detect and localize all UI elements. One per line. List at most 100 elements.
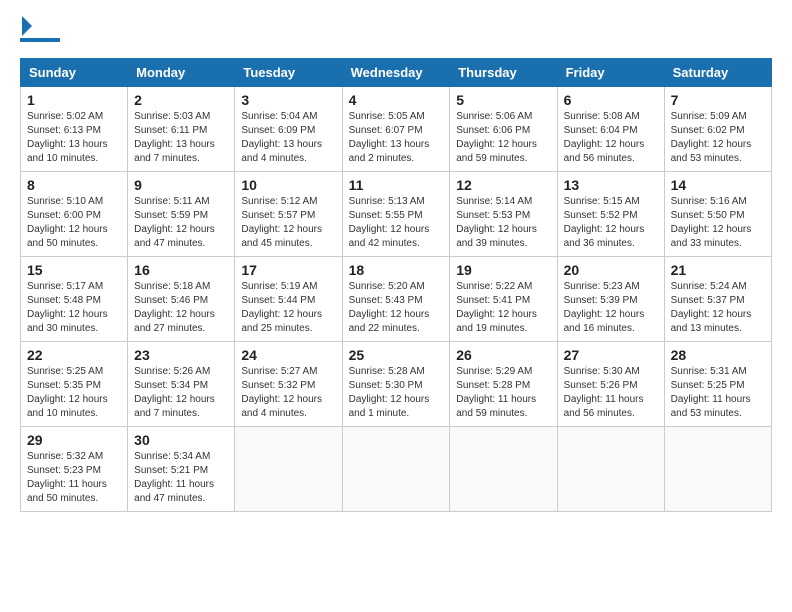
calendar-week-2: 8 Sunrise: 5:10 AMSunset: 6:00 PMDaylight… <box>21 172 772 257</box>
day-info: Sunrise: 5:20 AMSunset: 5:43 PMDaylight:… <box>349 280 444 336</box>
day-info: Sunrise: 5:15 AMSunset: 5:52 PMDaylight:… <box>564 195 658 251</box>
calendar-cell: 26 Sunrise: 5:29 AMSunset: 5:28 PMDayligh… <box>450 342 557 427</box>
day-info: Sunrise: 5:23 AMSunset: 5:39 PMDaylight:… <box>564 280 658 336</box>
calendar-cell: 28 Sunrise: 5:31 AMSunset: 5:25 PMDayligh… <box>664 342 771 427</box>
day-number: 25 <box>349 347 444 363</box>
calendar-cell: 15 Sunrise: 5:17 AMSunset: 5:48 PMDayligh… <box>21 257 128 342</box>
logo-underline <box>20 38 60 42</box>
day-info: Sunrise: 5:29 AMSunset: 5:28 PMDaylight:… <box>456 365 550 421</box>
calendar-cell: 24 Sunrise: 5:27 AMSunset: 5:32 PMDayligh… <box>235 342 342 427</box>
calendar-cell: 25 Sunrise: 5:28 AMSunset: 5:30 PMDayligh… <box>342 342 450 427</box>
day-number: 21 <box>671 262 765 278</box>
calendar-cell: 4 Sunrise: 5:05 AMSunset: 6:07 PMDaylight… <box>342 87 450 172</box>
logo <box>20 20 60 42</box>
day-number: 27 <box>564 347 658 363</box>
calendar-cell: 1 Sunrise: 5:02 AMSunset: 6:13 PMDaylight… <box>21 87 128 172</box>
day-info: Sunrise: 5:09 AMSunset: 6:02 PMDaylight:… <box>671 110 765 166</box>
day-number: 26 <box>456 347 550 363</box>
day-number: 19 <box>456 262 550 278</box>
day-number: 12 <box>456 177 550 193</box>
day-number: 9 <box>134 177 228 193</box>
column-header-thursday: Thursday <box>450 59 557 87</box>
column-header-saturday: Saturday <box>664 59 771 87</box>
day-info: Sunrise: 5:08 AMSunset: 6:04 PMDaylight:… <box>564 110 658 166</box>
day-info: Sunrise: 5:28 AMSunset: 5:30 PMDaylight:… <box>349 365 444 421</box>
calendar-cell: 19 Sunrise: 5:22 AMSunset: 5:41 PMDayligh… <box>450 257 557 342</box>
day-info: Sunrise: 5:34 AMSunset: 5:21 PMDaylight:… <box>134 450 228 506</box>
calendar-cell: 17 Sunrise: 5:19 AMSunset: 5:44 PMDayligh… <box>235 257 342 342</box>
calendar-cell: 9 Sunrise: 5:11 AMSunset: 5:59 PMDaylight… <box>128 172 235 257</box>
day-number: 7 <box>671 92 765 108</box>
day-info: Sunrise: 5:14 AMSunset: 5:53 PMDaylight:… <box>456 195 550 251</box>
calendar-cell: 2 Sunrise: 5:03 AMSunset: 6:11 PMDaylight… <box>128 87 235 172</box>
column-header-wednesday: Wednesday <box>342 59 450 87</box>
day-number: 23 <box>134 347 228 363</box>
column-header-tuesday: Tuesday <box>235 59 342 87</box>
day-number: 5 <box>456 92 550 108</box>
calendar-cell: 7 Sunrise: 5:09 AMSunset: 6:02 PMDaylight… <box>664 87 771 172</box>
day-number: 3 <box>241 92 335 108</box>
day-number: 15 <box>27 262 121 278</box>
calendar-cell: 22Sunrise: 5:25 AMSunset: 5:35 PMDayligh… <box>21 342 128 427</box>
calendar-cell: 14Sunrise: 5:16 AMSunset: 5:50 PMDayligh… <box>664 172 771 257</box>
calendar-cell: 11 Sunrise: 5:13 AMSunset: 5:55 PMDayligh… <box>342 172 450 257</box>
day-info: Sunrise: 5:19 AMSunset: 5:44 PMDaylight:… <box>241 280 335 336</box>
day-info: Sunrise: 5:12 AMSunset: 5:57 PMDaylight:… <box>241 195 335 251</box>
calendar-cell: 27 Sunrise: 5:30 AMSunset: 5:26 PMDayligh… <box>557 342 664 427</box>
day-info: Sunrise: 5:17 AMSunset: 5:48 PMDaylight:… <box>27 280 121 336</box>
calendar-cell: 8 Sunrise: 5:10 AMSunset: 6:00 PMDaylight… <box>21 172 128 257</box>
calendar-cell: 12 Sunrise: 5:14 AMSunset: 5:53 PMDayligh… <box>450 172 557 257</box>
day-number: 17 <box>241 262 335 278</box>
day-info: Sunrise: 5:02 AMSunset: 6:13 PMDaylight:… <box>27 110 121 166</box>
day-number: 18 <box>349 262 444 278</box>
calendar-cell <box>450 427 557 512</box>
day-info: Sunrise: 5:30 AMSunset: 5:26 PMDaylight:… <box>564 365 658 421</box>
day-info: Sunrise: 5:27 AMSunset: 5:32 PMDaylight:… <box>241 365 335 421</box>
day-number: 29 <box>27 432 121 448</box>
calendar-cell: 20Sunrise: 5:23 AMSunset: 5:39 PMDayligh… <box>557 257 664 342</box>
calendar-cell: 23Sunrise: 5:26 AMSunset: 5:34 PMDayligh… <box>128 342 235 427</box>
calendar-cell: 21 Sunrise: 5:24 AMSunset: 5:37 PMDayligh… <box>664 257 771 342</box>
day-info: Sunrise: 5:05 AMSunset: 6:07 PMDaylight:… <box>349 110 444 166</box>
day-number: 8 <box>27 177 121 193</box>
day-number: 28 <box>671 347 765 363</box>
day-info: Sunrise: 5:31 AMSunset: 5:25 PMDaylight:… <box>671 365 765 421</box>
day-info: Sunrise: 5:16 AMSunset: 5:50 PMDaylight:… <box>671 195 765 251</box>
calendar-cell: 6 Sunrise: 5:08 AMSunset: 6:04 PMDaylight… <box>557 87 664 172</box>
day-info: Sunrise: 5:22 AMSunset: 5:41 PMDaylight:… <box>456 280 550 336</box>
calendar-week-5: 29 Sunrise: 5:32 AMSunset: 5:23 PMDayligh… <box>21 427 772 512</box>
calendar-table: SundayMondayTuesdayWednesdayThursdayFrid… <box>20 58 772 512</box>
day-info: Sunrise: 5:13 AMSunset: 5:55 PMDaylight:… <box>349 195 444 251</box>
day-number: 13 <box>564 177 658 193</box>
day-info: Sunrise: 5:32 AMSunset: 5:23 PMDaylight:… <box>27 450 121 506</box>
day-info: Sunrise: 5:03 AMSunset: 6:11 PMDaylight:… <box>134 110 228 166</box>
column-header-friday: Friday <box>557 59 664 87</box>
calendar-cell <box>235 427 342 512</box>
day-info: Sunrise: 5:24 AMSunset: 5:37 PMDaylight:… <box>671 280 765 336</box>
day-number: 6 <box>564 92 658 108</box>
column-header-monday: Monday <box>128 59 235 87</box>
day-info: Sunrise: 5:11 AMSunset: 5:59 PMDaylight:… <box>134 195 228 251</box>
calendar-week-3: 15 Sunrise: 5:17 AMSunset: 5:48 PMDayligh… <box>21 257 772 342</box>
calendar-cell: 3Sunrise: 5:04 AMSunset: 6:09 PMDaylight… <box>235 87 342 172</box>
day-info: Sunrise: 5:06 AMSunset: 6:06 PMDaylight:… <box>456 110 550 166</box>
day-number: 2 <box>134 92 228 108</box>
day-number: 11 <box>349 177 444 193</box>
calendar-cell: 5 Sunrise: 5:06 AMSunset: 6:06 PMDaylight… <box>450 87 557 172</box>
day-number: 16 <box>134 262 228 278</box>
calendar-cell <box>557 427 664 512</box>
day-info: Sunrise: 5:10 AMSunset: 6:00 PMDaylight:… <box>27 195 121 251</box>
calendar-cell: 16 Sunrise: 5:18 AMSunset: 5:46 PMDayligh… <box>128 257 235 342</box>
day-number: 10 <box>241 177 335 193</box>
day-number: 1 <box>27 92 121 108</box>
calendar-cell: 29 Sunrise: 5:32 AMSunset: 5:23 PMDayligh… <box>21 427 128 512</box>
day-number: 4 <box>349 92 444 108</box>
calendar-cell: 10 Sunrise: 5:12 AMSunset: 5:57 PMDayligh… <box>235 172 342 257</box>
calendar-cell: 13 Sunrise: 5:15 AMSunset: 5:52 PMDayligh… <box>557 172 664 257</box>
calendar-cell: 30 Sunrise: 5:34 AMSunset: 5:21 PMDayligh… <box>128 427 235 512</box>
day-number: 30 <box>134 432 228 448</box>
calendar-cell <box>664 427 771 512</box>
day-number: 24 <box>241 347 335 363</box>
calendar-header-row: SundayMondayTuesdayWednesdayThursdayFrid… <box>21 59 772 87</box>
day-info: Sunrise: 5:18 AMSunset: 5:46 PMDaylight:… <box>134 280 228 336</box>
